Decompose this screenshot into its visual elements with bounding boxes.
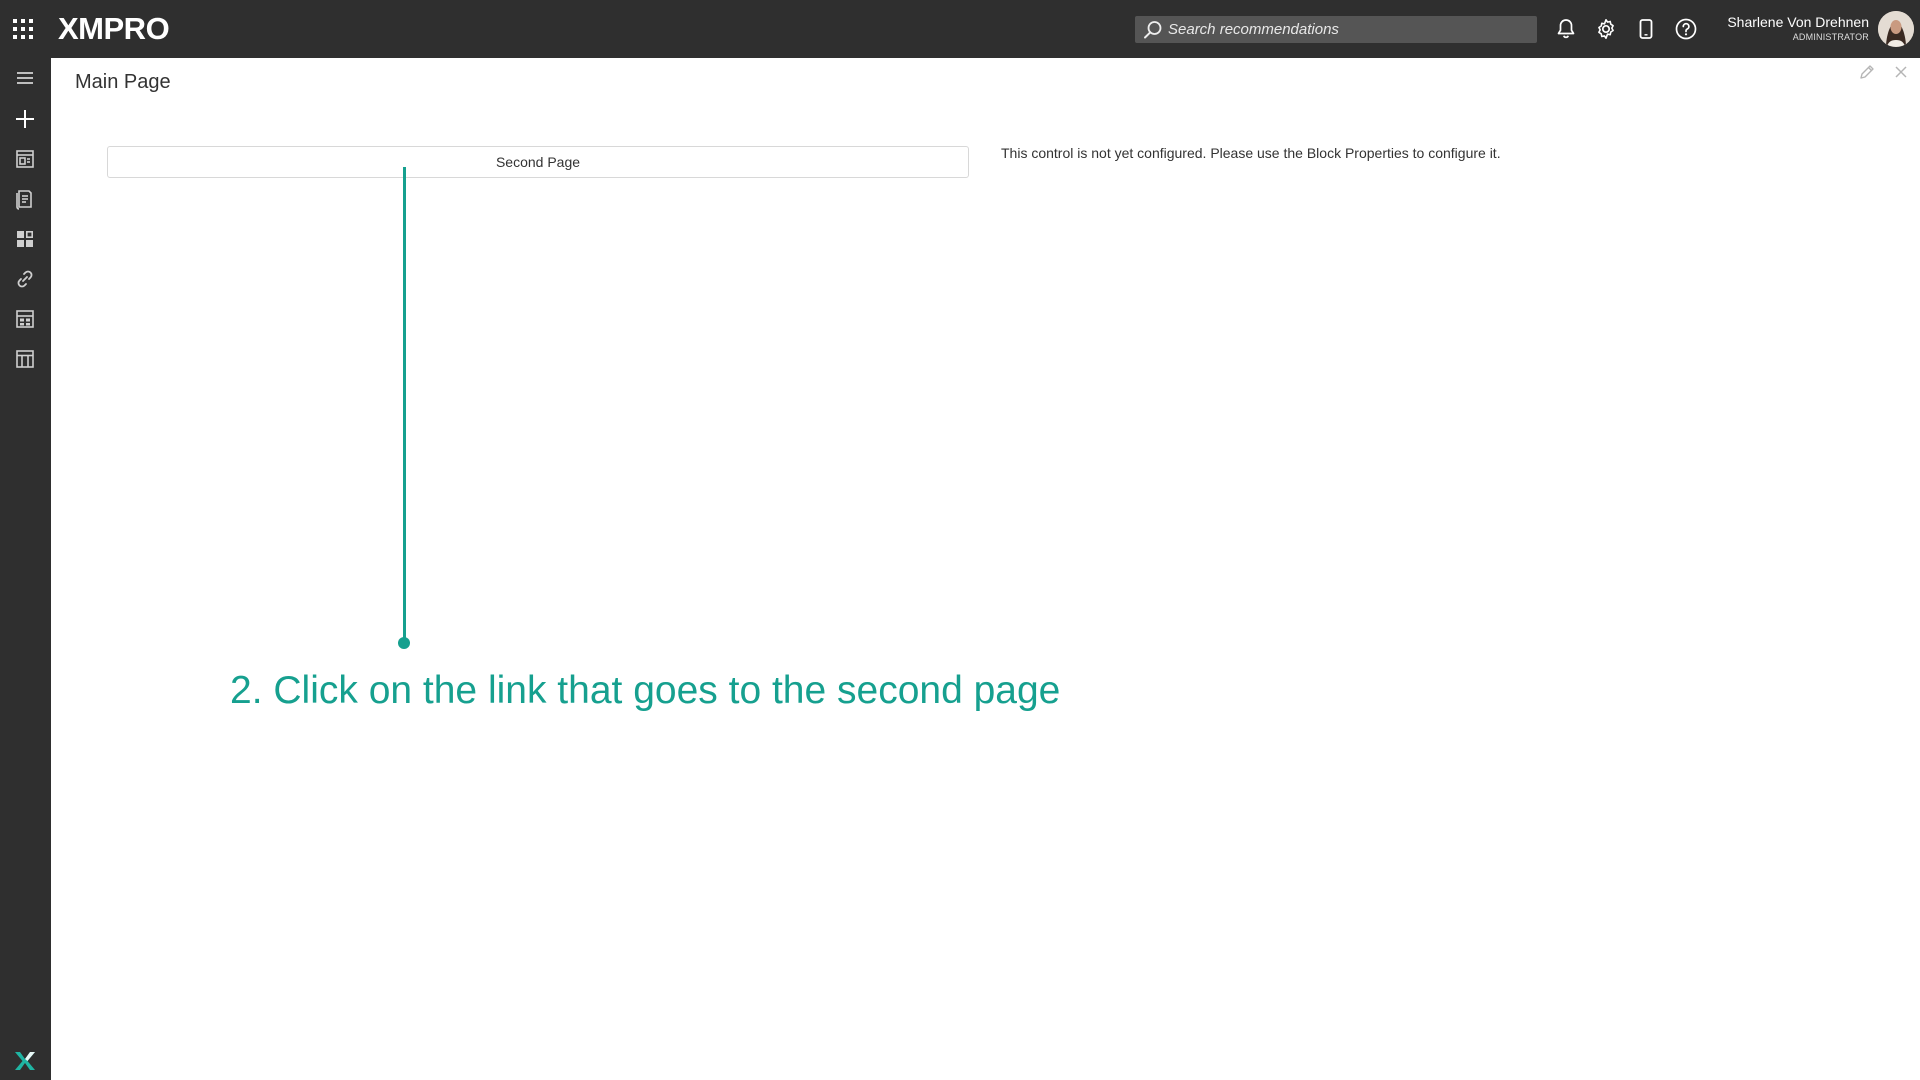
close-icon[interactable] bbox=[1892, 63, 1910, 81]
hamburger-menu-icon[interactable] bbox=[13, 66, 37, 90]
recommendations-icon[interactable] bbox=[13, 187, 37, 211]
calculator-icon[interactable] bbox=[13, 307, 37, 331]
search-input[interactable] bbox=[1168, 16, 1528, 43]
callout-instruction-text: 2. Click on the link that goes to the se… bbox=[230, 669, 1061, 712]
app-page-icon[interactable] bbox=[13, 147, 37, 171]
sidebar bbox=[0, 58, 51, 1080]
pencil-edit-icon[interactable] bbox=[1858, 63, 1876, 81]
gear-icon[interactable] bbox=[1594, 17, 1618, 41]
page-title: Main Page bbox=[75, 71, 171, 93]
dashboard-blocks-icon[interactable] bbox=[13, 227, 37, 251]
top-bar: XMPRO Sharlene Von Drehnen ADMINISTRATOR bbox=[0, 0, 1920, 58]
bell-icon[interactable] bbox=[1554, 17, 1578, 41]
second-page-link-button[interactable]: Second Page bbox=[107, 146, 969, 178]
callout-dot bbox=[398, 637, 410, 649]
search-icon bbox=[1144, 21, 1162, 39]
avatar[interactable] bbox=[1878, 11, 1914, 47]
xmpro-logo[interactable]: XMPRO bbox=[58, 10, 170, 48]
data-table-icon[interactable] bbox=[13, 347, 37, 371]
unconfigured-control-message: This control is not yet configured. Plea… bbox=[1001, 145, 1501, 161]
callout-line bbox=[403, 167, 406, 642]
xmpro-x-logo-icon[interactable] bbox=[12, 1050, 38, 1072]
plus-icon[interactable] bbox=[13, 107, 37, 131]
link-icon[interactable] bbox=[13, 267, 37, 291]
user-name[interactable]: Sharlene Von Drehnen bbox=[1727, 14, 1869, 30]
user-role: ADMINISTRATOR bbox=[1792, 32, 1869, 42]
mobile-device-icon[interactable] bbox=[1634, 17, 1658, 41]
search-box[interactable] bbox=[1135, 16, 1537, 43]
apps-grid-icon[interactable] bbox=[12, 18, 34, 40]
help-icon[interactable] bbox=[1674, 17, 1698, 41]
